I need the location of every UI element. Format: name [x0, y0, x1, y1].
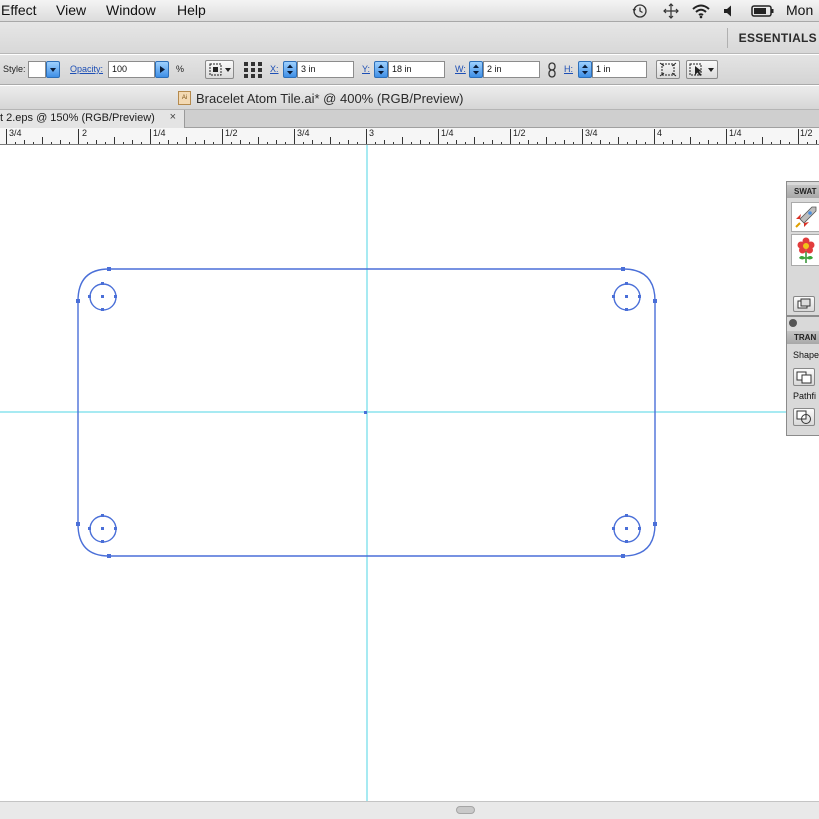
ruler-label: 3/4 [9, 128, 22, 138]
x-label[interactable]: X: [270, 64, 279, 74]
tab-close-icon[interactable]: × [170, 111, 176, 123]
divide-button[interactable] [793, 408, 815, 426]
y-stepper[interactable] [374, 61, 388, 78]
swatch-flower[interactable] [791, 234, 819, 266]
move-arrows-icon[interactable] [661, 2, 681, 20]
ruler-label: 3/4 [585, 128, 598, 138]
ai-file-icon: Ai [178, 91, 191, 105]
flower-icon [797, 237, 815, 263]
unite-icon [796, 371, 812, 384]
divider [727, 28, 728, 48]
ruler-ticks: 3/4 2 1/4 1/2 3/4 3 1/4 1/2 3/4 4 1/4 1/… [6, 128, 817, 144]
wifi-icon[interactable] [690, 2, 712, 20]
panel-close-icon[interactable] [789, 319, 797, 327]
control-bar: Style: Opacity: 100 % X: 3 in Y: 18 in W… [0, 55, 819, 85]
align-to-icon[interactable] [205, 60, 234, 79]
menu-window[interactable]: Window [106, 2, 156, 18]
opacity-label[interactable]: Opacity: [70, 64, 103, 74]
select-similar-icon[interactable] [686, 60, 718, 79]
ruler-label: 1/4 [729, 128, 742, 138]
document-title-bar: Ai Bracelet Atom Tile.ai* @ 400% (RGB/Pr… [0, 86, 819, 110]
swatches-panel-title[interactable]: SWAT [787, 185, 819, 198]
transform-panel-title[interactable]: TRAN [787, 331, 819, 344]
h-stepper[interactable] [578, 61, 592, 78]
ruler-label: 4 [657, 128, 662, 138]
ruler-label: 1/4 [441, 128, 454, 138]
swatch-libraries-button[interactable] [793, 296, 815, 312]
style-swatch[interactable] [28, 61, 46, 78]
shape-modes-label: Shape [793, 350, 819, 360]
opacity-field[interactable]: 100 [108, 61, 155, 78]
reference-point-icon[interactable] [242, 60, 264, 79]
ruler-label: 1/2 [800, 128, 813, 138]
ruler-label: 1/2 [513, 128, 526, 138]
unite-button[interactable] [793, 368, 815, 386]
pathfinders-label: Pathfi [793, 391, 817, 401]
clock[interactable]: Mon [786, 2, 813, 18]
swatches-panel: SWAT [786, 181, 819, 316]
divide-icon [796, 410, 811, 424]
document-title: Bracelet Atom Tile.ai* @ 400% (RGB/Previ… [196, 91, 464, 106]
percent-label: % [176, 64, 185, 74]
tab-label: t 2.eps @ 150% (RGB/Preview) [0, 112, 155, 124]
time-machine-icon[interactable] [630, 2, 650, 20]
x-field[interactable]: 3 in [297, 61, 354, 78]
transform-icon[interactable] [656, 60, 680, 79]
opacity-slider-button[interactable] [155, 61, 169, 78]
workspace-bar: ESSENTIALS [0, 22, 819, 54]
style-label: Style: [3, 64, 26, 74]
battery-icon[interactable] [750, 2, 776, 20]
artboard-canvas[interactable] [0, 145, 819, 801]
canvas-artwork [0, 145, 819, 801]
w-label[interactable]: W: [455, 64, 466, 74]
horizontal-scrollbar[interactable] [0, 801, 819, 819]
horizontal-ruler[interactable]: 3/4 2 1/4 1/2 3/4 3 1/4 1/2 3/4 4 1/4 1/… [0, 128, 819, 145]
scroll-thumb[interactable] [456, 806, 475, 814]
menu-effect[interactable]: Effect [1, 2, 37, 18]
style-dropdown[interactable] [46, 61, 60, 78]
swatch-library-icon [797, 298, 811, 309]
rocket-icon [795, 206, 817, 228]
menu-view[interactable]: View [56, 2, 86, 18]
w-field[interactable]: 2 in [483, 61, 540, 78]
ruler-label: 2 [82, 128, 87, 138]
volume-icon[interactable] [720, 2, 740, 20]
workspace-switcher[interactable]: ESSENTIALS [739, 31, 817, 45]
ruler-label: 3/4 [297, 128, 310, 138]
w-stepper[interactable] [469, 61, 483, 78]
h-label[interactable]: H: [564, 64, 573, 74]
ruler-label: 1/2 [225, 128, 238, 138]
y-label[interactable]: Y: [362, 64, 370, 74]
transform-panel: TRAN Shape Pathfi [786, 316, 819, 436]
x-stepper[interactable] [283, 61, 297, 78]
ruler-label: 3 [369, 128, 374, 138]
document-tab-bar: t 2.eps @ 150% (RGB/Preview) × [0, 110, 819, 128]
menu-bar: Effect View Window Help Mon [0, 0, 819, 22]
h-field[interactable]: 1 in [592, 61, 647, 78]
document-tab[interactable]: t 2.eps @ 150% (RGB/Preview) × [0, 110, 185, 128]
constrain-proportions-icon[interactable] [546, 62, 558, 78]
menu-help[interactable]: Help [177, 2, 206, 18]
swatch-rocket[interactable] [791, 202, 819, 232]
y-field[interactable]: 18 in [388, 61, 445, 78]
ruler-label: 1/4 [153, 128, 166, 138]
